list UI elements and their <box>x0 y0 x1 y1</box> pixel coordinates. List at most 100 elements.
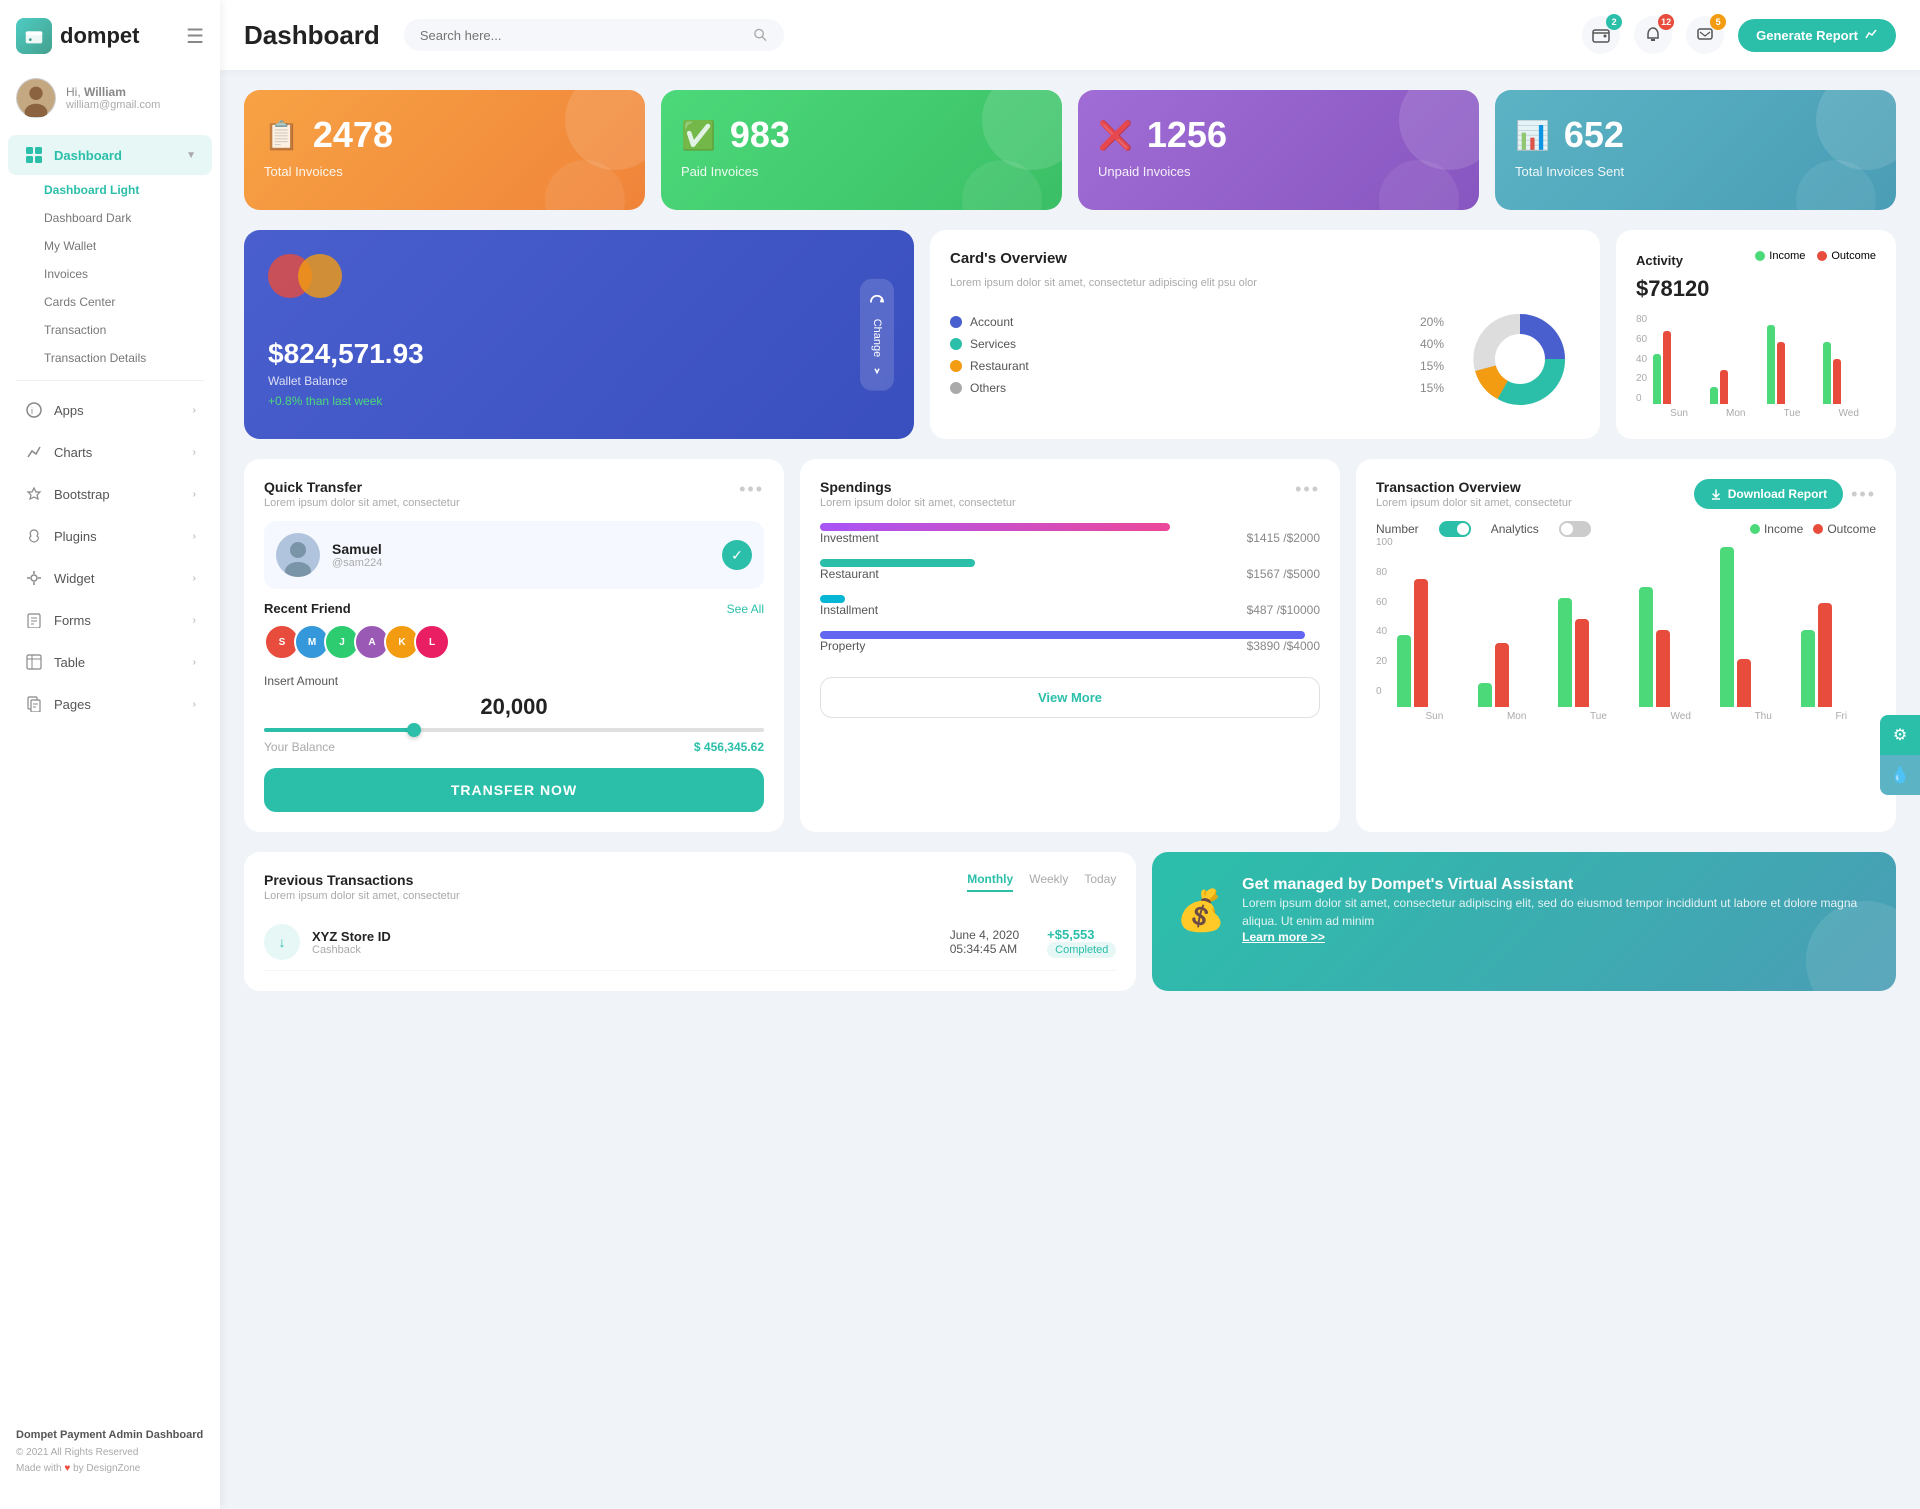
txn-overview-menu[interactable]: ••• <box>1851 484 1876 505</box>
wallet-card: $824,571.93 Wallet Balance +0.8% than la… <box>244 230 914 439</box>
sidebar-submenu-item-1[interactable]: Dashboard Dark <box>32 204 220 232</box>
mastercard-icon <box>268 254 890 298</box>
va-icon: 💰 <box>1176 887 1226 934</box>
slider-fill <box>264 728 414 732</box>
analytics-toggle[interactable] <box>1559 521 1591 537</box>
download-report-button[interactable]: Download Report <box>1694 479 1843 509</box>
logo-text: dompet <box>60 23 139 49</box>
unpaid-icon: ❌ <box>1098 119 1133 152</box>
floating-water-btn[interactable]: 💧 <box>1880 755 1920 795</box>
stat-paid-invoices-num: 983 <box>730 114 790 156</box>
table-row: ↓ XYZ Store ID Cashback June 4, 2020 05:… <box>264 914 1116 971</box>
spending-property: Property $3890 /$4000 <box>820 631 1320 653</box>
messages-badge: 5 <box>1710 14 1726 30</box>
messages-btn[interactable]: 5 <box>1686 16 1724 54</box>
amount-slider[interactable] <box>264 728 764 732</box>
bar-income-sun <box>1653 354 1661 404</box>
sidebar-submenu-item-3[interactable]: Invoices <box>32 260 220 288</box>
txn-legend: Income Outcome <box>1750 522 1876 536</box>
quick-transfer-header: Quick Transfer Lorem ipsum dolor sit ame… <box>264 479 764 509</box>
sidebar-item-table[interactable]: Table › <box>8 642 212 682</box>
sidebar-item-plugins[interactable]: Plugins › <box>8 516 212 556</box>
va-learn-more-link[interactable]: Learn more >> <box>1242 930 1872 944</box>
card-overview-card: Card's Overview Lorem ipsum dolor sit am… <box>930 230 1600 439</box>
tab-today[interactable]: Today <box>1084 872 1116 892</box>
floating-settings-btn[interactable]: ⚙ <box>1880 715 1920 755</box>
txn-overview-title: Transaction Overview <box>1376 479 1572 495</box>
txn-overview-subtitle: Lorem ipsum dolor sit amet, consectetur <box>1376 497 1572 509</box>
txn-amount-col: +$5,553 Completed <box>1047 927 1116 958</box>
bar-income-tue <box>1767 325 1775 404</box>
slider-thumb <box>407 723 421 737</box>
wallet-badge: 2 <box>1606 14 1622 30</box>
wallet-change-btn[interactable]: Change <box>860 278 894 391</box>
restaurant-bar <box>820 559 975 567</box>
friends-avatars: S M J A K L <box>264 624 764 660</box>
sidebar-item-forms[interactable]: Forms › <box>8 600 212 640</box>
transfer-now-button[interactable]: TRANSFER NOW <box>264 768 764 812</box>
forms-icon <box>24 610 44 630</box>
notifications-badge: 12 <box>1658 14 1674 30</box>
sidebar-item-label-apps: Apps <box>54 403 183 418</box>
number-toggle[interactable] <box>1439 521 1471 537</box>
pages-icon <box>24 694 44 714</box>
transfer-user-name: Samuel <box>332 541 382 557</box>
va-text: Get managed by Dompet's Virtual Assistan… <box>1242 876 1872 944</box>
txn-cashback-icon: ↓ <box>264 924 300 960</box>
quick-transfer-card: Quick Transfer Lorem ipsum dolor sit ame… <box>244 459 784 832</box>
bar-group-mon <box>1710 370 1763 404</box>
sidebar-submenu-item-2[interactable]: My Wallet <box>32 232 220 260</box>
txn-bar-chart-area: 020406080100 <box>1376 537 1876 722</box>
sidebar-item-label-table: Table <box>54 655 183 670</box>
sidebar-submenu-dashboard: Dashboard Light Dashboard Dark My Wallet… <box>0 176 220 372</box>
bar-outcome-mon <box>1720 370 1728 404</box>
tab-weekly[interactable]: Weekly <box>1029 872 1068 892</box>
notifications-btn[interactable]: 12 <box>1634 16 1672 54</box>
spending-investment: Investment $1415 /$2000 <box>820 523 1320 545</box>
va-promo-card: 💰 Get managed by Dompet's Virtual Assist… <box>1152 852 1896 991</box>
card-overview-title: Card's Overview <box>950 250 1580 267</box>
wallet-amount: $824,571.93 <box>268 338 890 370</box>
tab-monthly[interactable]: Monthly <box>967 872 1013 892</box>
txn-amount: +$5,553 <box>1047 927 1116 942</box>
wallet-btn[interactable]: 2 <box>1582 16 1620 54</box>
sidebar-item-pages[interactable]: Pages › <box>8 684 212 724</box>
legend-dot-services <box>950 338 962 350</box>
activity-bar-labels: SunMonTueWed <box>1653 408 1876 419</box>
txn-bar-wed <box>1639 587 1714 707</box>
invoice-icon: 📋 <box>264 119 299 152</box>
hamburger-icon[interactable]: ☰ <box>186 24 204 49</box>
amount-display: 20,000 <box>264 694 764 720</box>
wallet-change: +0.8% than last week <box>268 394 890 408</box>
generate-report-button[interactable]: Generate Report <box>1738 19 1896 52</box>
quick-transfer-menu[interactable]: ••• <box>739 479 764 500</box>
floating-buttons: ⚙ 💧 <box>1880 715 1920 795</box>
prev-transactions-card: Previous Transactions Lorem ipsum dolor … <box>244 852 1136 991</box>
txn-name: XYZ Store ID <box>312 929 391 944</box>
page-title: Dashboard <box>244 20 380 51</box>
spendings-menu[interactable]: ••• <box>1295 479 1320 500</box>
sidebar-submenu-item-5[interactable]: Transaction <box>32 316 220 344</box>
view-more-button[interactable]: View More <box>820 677 1320 718</box>
search-input[interactable] <box>420 28 745 43</box>
bar-income-mon <box>1710 387 1718 404</box>
sidebar-submenu-item-4[interactable]: Cards Center <box>32 288 220 316</box>
sidebar-item-charts[interactable]: Charts › <box>8 432 212 472</box>
sidebar-item-bootstrap[interactable]: Bootstrap › <box>8 474 212 514</box>
widget-arrow-icon: › <box>193 573 196 584</box>
legend-dot-account <box>950 316 962 328</box>
user-greeting: Hi, William <box>66 85 160 99</box>
stat-card-unpaid-invoices: ❌ 1256 Unpaid Invoices <box>1078 90 1479 210</box>
sidebar-item-apps[interactable]: i Apps › <box>8 390 212 430</box>
sidebar: dompet ☰ Hi, William william@gmail.com D… <box>0 0 220 1509</box>
insert-amount-label: Insert Amount <box>264 674 764 688</box>
quick-transfer-title: Quick Transfer <box>264 479 460 495</box>
table-icon <box>24 652 44 672</box>
forms-arrow-icon: › <box>193 615 196 626</box>
divider-1 <box>16 380 204 381</box>
sidebar-item-dashboard[interactable]: Dashboard ▼ <box>8 135 212 175</box>
see-all-link[interactable]: See All <box>727 602 764 616</box>
sidebar-submenu-item-0[interactable]: Dashboard Light <box>32 176 220 204</box>
sidebar-submenu-item-6[interactable]: Transaction Details <box>32 344 220 372</box>
sidebar-item-widget[interactable]: Widget › <box>8 558 212 598</box>
